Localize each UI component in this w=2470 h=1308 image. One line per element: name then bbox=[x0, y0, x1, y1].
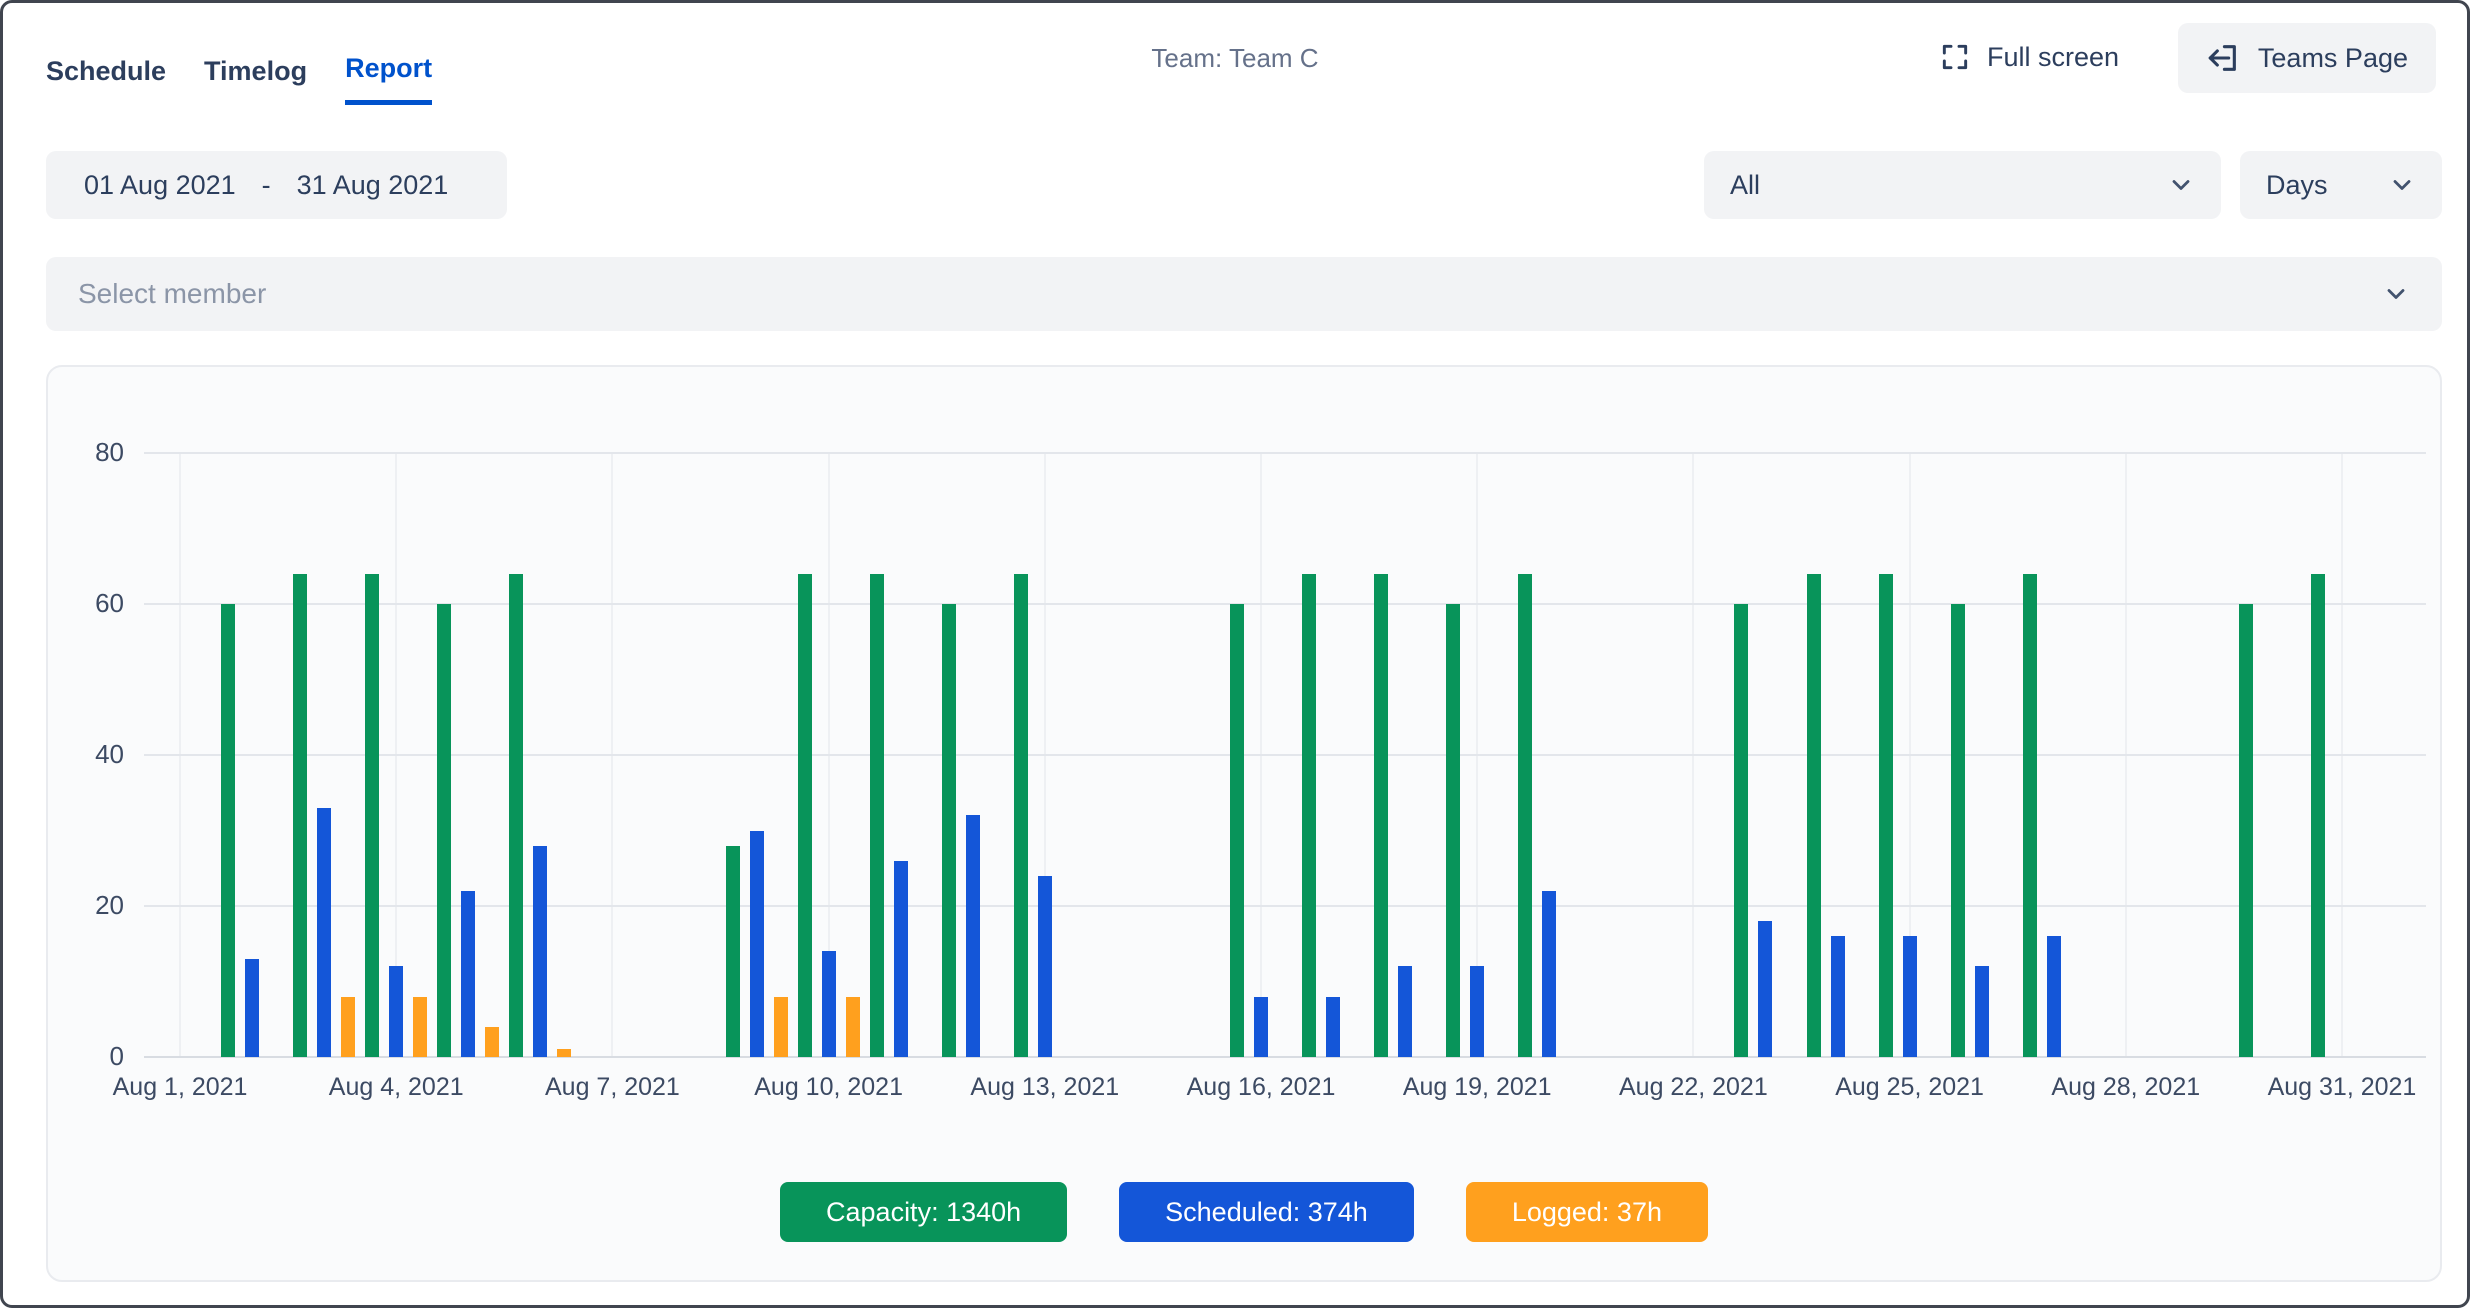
bar-capacity bbox=[1879, 574, 1893, 1057]
x-axis-label: Aug 22, 2021 bbox=[1583, 1073, 1803, 1102]
bar-scheduled bbox=[1975, 966, 1989, 1057]
x-axis-label: Aug 31, 2021 bbox=[2232, 1073, 2452, 1102]
bar-scheduled bbox=[533, 846, 547, 1057]
tab-timelog[interactable]: Timelog bbox=[204, 53, 307, 105]
exit-left-arrow-icon bbox=[2206, 41, 2240, 75]
y-axis-label: 60 bbox=[48, 588, 124, 619]
bar-capacity bbox=[1230, 604, 1244, 1057]
bar-capacity bbox=[1734, 604, 1748, 1057]
teams-page-button[interactable]: Teams Page bbox=[2178, 23, 2436, 93]
tab-report[interactable]: Report bbox=[345, 53, 432, 105]
legend-scheduled-button[interactable]: Scheduled: 374h bbox=[1119, 1182, 1414, 1242]
date-to: 31 Aug 2021 bbox=[297, 170, 449, 201]
tab-schedule[interactable]: Schedule bbox=[46, 53, 166, 105]
app-window: Schedule Timelog Report Team: Team C Ful… bbox=[0, 0, 2470, 1308]
bar-scheduled bbox=[750, 831, 764, 1058]
bar-scheduled bbox=[822, 951, 836, 1057]
member-filter-value: All bbox=[1730, 170, 1760, 201]
bar-capacity bbox=[437, 604, 451, 1057]
x-axis-label: Aug 7, 2021 bbox=[502, 1073, 722, 1102]
bar-logged bbox=[774, 997, 788, 1057]
bar-scheduled bbox=[2047, 936, 2061, 1057]
gridline-horizontal bbox=[144, 452, 2426, 454]
y-axis-label: 20 bbox=[48, 890, 124, 921]
legend-logged-button[interactable]: Logged: 37h bbox=[1466, 1182, 1708, 1242]
bar-capacity bbox=[293, 574, 307, 1057]
bar-logged bbox=[846, 997, 860, 1057]
bar-scheduled bbox=[1254, 997, 1268, 1057]
bar-capacity bbox=[2023, 574, 2037, 1057]
date-range-picker[interactable]: 01 Aug 2021 - 31 Aug 2021 bbox=[46, 151, 507, 219]
bar-capacity bbox=[1807, 574, 1821, 1057]
bar-capacity bbox=[1014, 574, 1028, 1057]
chart-card: 0 20 40 60 80 Aug 1, 2021Aug 4, 2021Aug 7, 20… bbox=[46, 365, 2442, 1282]
fullscreen-icon bbox=[1939, 41, 1971, 73]
bar-capacity bbox=[2311, 574, 2325, 1057]
chevron-down-icon bbox=[2167, 171, 2195, 199]
bar-scheduled bbox=[1542, 891, 1556, 1057]
y-axis-label: 80 bbox=[48, 437, 124, 468]
fullscreen-button[interactable]: Full screen bbox=[1939, 41, 2119, 73]
granularity-value: Days bbox=[2266, 170, 2328, 201]
team-label: Team: Team C bbox=[1151, 43, 1318, 74]
bar-scheduled bbox=[1903, 936, 1917, 1057]
bar-capacity bbox=[509, 574, 523, 1057]
x-axis-label: Aug 10, 2021 bbox=[719, 1073, 939, 1102]
x-axis-label: Aug 1, 2021 bbox=[70, 1073, 290, 1102]
date-from: 01 Aug 2021 bbox=[84, 170, 236, 201]
bar-scheduled bbox=[1038, 876, 1052, 1057]
bar-scheduled bbox=[1831, 936, 1845, 1057]
bar-capacity bbox=[870, 574, 884, 1057]
fullscreen-label: Full screen bbox=[1987, 42, 2119, 73]
bar-capacity bbox=[726, 846, 740, 1057]
x-axis-label: Aug 28, 2021 bbox=[2016, 1073, 2236, 1102]
granularity-dropdown[interactable]: Days bbox=[2240, 151, 2442, 219]
bar-scheduled bbox=[1398, 966, 1412, 1057]
bar-scheduled bbox=[894, 861, 908, 1057]
bar-scheduled bbox=[1470, 966, 1484, 1057]
bar-capacity bbox=[365, 574, 379, 1057]
gridline-horizontal bbox=[144, 754, 2426, 756]
bar-scheduled bbox=[1758, 921, 1772, 1057]
bar-scheduled bbox=[245, 959, 259, 1057]
gridline-horizontal bbox=[144, 603, 2426, 605]
bar-capacity bbox=[798, 574, 812, 1057]
bar-capacity bbox=[1374, 574, 1388, 1057]
bar-capacity bbox=[1302, 574, 1316, 1057]
bar-capacity bbox=[1446, 604, 1460, 1057]
select-member-placeholder: Select member bbox=[78, 278, 266, 310]
tab-bar: Schedule Timelog Report bbox=[46, 53, 432, 105]
chart-legend: Capacity: 1340h Scheduled: 374h Logged: … bbox=[48, 1182, 2440, 1242]
member-filter-dropdown[interactable]: All bbox=[1704, 151, 2221, 219]
date-separator: - bbox=[262, 170, 271, 201]
x-axis-label: Aug 4, 2021 bbox=[286, 1073, 506, 1102]
teams-page-label: Teams Page bbox=[2258, 43, 2408, 74]
x-axis-label: Aug 19, 2021 bbox=[1367, 1073, 1587, 1102]
bar-scheduled bbox=[1326, 997, 1340, 1057]
x-axis-label: Aug 13, 2021 bbox=[935, 1073, 1155, 1102]
chevron-down-icon bbox=[2388, 171, 2416, 199]
bar-scheduled bbox=[389, 966, 403, 1057]
bar-logged bbox=[485, 1027, 499, 1057]
legend-capacity-button[interactable]: Capacity: 1340h bbox=[780, 1182, 1067, 1242]
bar-scheduled bbox=[461, 891, 475, 1057]
x-axis-label: Aug 25, 2021 bbox=[1800, 1073, 2020, 1102]
y-axis-label: 0 bbox=[48, 1041, 124, 1072]
gridline-horizontal bbox=[144, 905, 2426, 907]
bar-logged bbox=[413, 997, 427, 1057]
bar-capacity bbox=[1518, 574, 1532, 1057]
bar-capacity bbox=[2239, 604, 2253, 1057]
bar-capacity bbox=[1951, 604, 1965, 1057]
y-axis-label: 40 bbox=[48, 739, 124, 770]
bar-capacity bbox=[221, 604, 235, 1057]
bar-scheduled bbox=[317, 808, 331, 1057]
chevron-down-icon bbox=[2382, 280, 2410, 308]
chart-canvas: 0 20 40 60 80 Aug 1, 2021Aug 4, 2021Aug 7, 20… bbox=[48, 367, 2440, 1127]
bar-scheduled bbox=[966, 815, 980, 1057]
bar-logged bbox=[341, 997, 355, 1057]
bar-capacity bbox=[942, 604, 956, 1057]
x-axis-label: Aug 16, 2021 bbox=[1151, 1073, 1371, 1102]
select-member-input[interactable]: Select member bbox=[46, 257, 2442, 331]
bar-logged bbox=[557, 1049, 571, 1057]
